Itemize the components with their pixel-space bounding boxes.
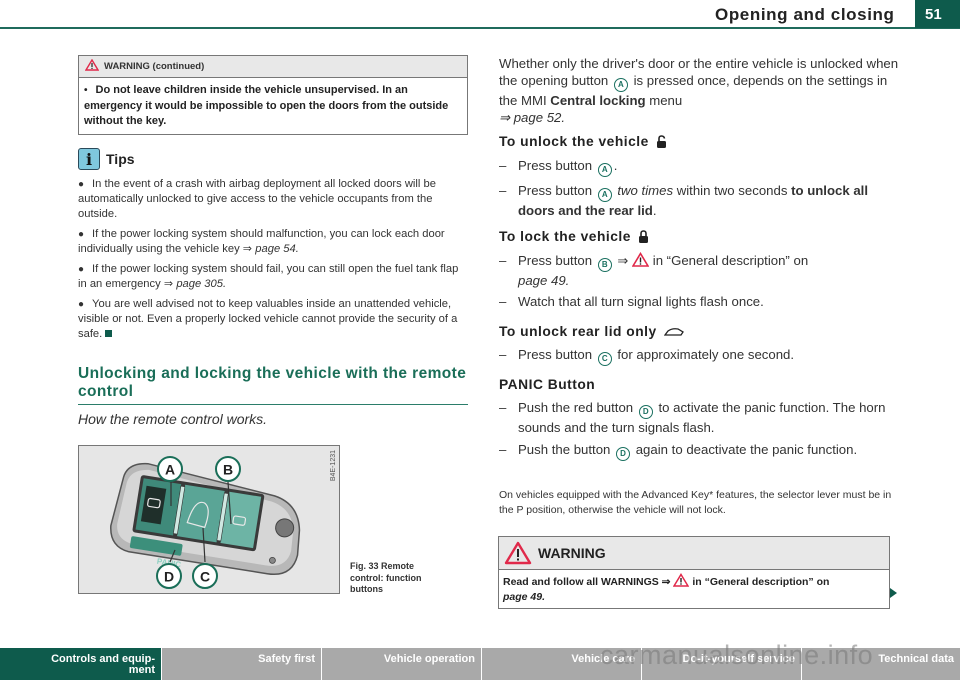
callout-d: D xyxy=(156,563,182,589)
svg-text:D: D xyxy=(164,569,174,585)
warning-continued-title: WARNING (continued) xyxy=(104,61,205,72)
callout-b: B xyxy=(215,456,241,482)
remote-control-figure: PANIC A B C D B4E-1231 xyxy=(78,445,340,594)
warning-triangle-icon xyxy=(631,251,650,267)
panic-step-2: – Push the button D again to deactivate t… xyxy=(499,441,899,461)
figure-code: B4E-1231 xyxy=(330,450,337,482)
page-number: 51 xyxy=(925,6,942,23)
page-ref-link[interactable]: page 54. xyxy=(255,243,299,255)
section-title: Opening and closing xyxy=(715,5,895,24)
callout-a: A xyxy=(157,456,183,482)
button-c-icon: C xyxy=(597,351,612,366)
tips-title: Tips xyxy=(106,151,135,167)
advanced-key-note: On vehicles equipped with the Advanced K… xyxy=(499,489,892,516)
tip-item: ● If the power locking system should fail… xyxy=(78,263,459,290)
lock-step-2: – Watch that all turn signal lights flash… xyxy=(499,294,764,309)
warning-continued-box: WARNING (continued) • Do not leave childr… xyxy=(78,55,468,135)
warning-box: WARNING Read and follow all WARNINGS ⇒ i… xyxy=(498,536,890,609)
figure-caption: Fig. 33 Remote control: function buttons xyxy=(350,561,422,594)
header-rule xyxy=(0,27,960,29)
intro-paragraph: Whether only the driver's door or the en… xyxy=(499,56,899,125)
section-heading: Unlocking and locking the vehicle with t… xyxy=(78,365,468,405)
warning-body: Read and follow all WARNINGS ⇒ in “Gener… xyxy=(499,570,889,608)
unlock-heading: To unlock the vehicle xyxy=(499,134,667,149)
tips-header: i Tips xyxy=(78,148,135,170)
button-a-icon: A xyxy=(597,187,612,202)
lock-heading: To lock the vehicle xyxy=(499,229,649,244)
rear-lid-heading: To unlock rear lid only xyxy=(499,324,684,339)
tip-item: ● You are well advised not to keep valuab… xyxy=(78,298,458,340)
car-rear-lid-icon xyxy=(663,327,684,336)
svg-text:A: A xyxy=(165,462,175,478)
svg-text:C: C xyxy=(200,569,210,585)
section-subtitle: How the remote control works. xyxy=(78,411,268,427)
panic-heading: PANIC Button xyxy=(499,377,596,392)
page-ref-link[interactable]: page 305. xyxy=(176,278,226,290)
warning-triangle-icon xyxy=(84,58,100,74)
info-icon: i xyxy=(78,148,100,170)
unlocked-padlock-icon xyxy=(656,134,666,148)
lock-step-1: – Press button B ⇒ in “General descriptio… xyxy=(499,251,809,288)
tab-controls-and-equipment[interactable]: Controls and equip- ment xyxy=(0,648,161,680)
section-end-mark xyxy=(105,330,113,337)
warning-continued-header: WARNING (continued) xyxy=(79,56,467,78)
callout-c: C xyxy=(192,563,218,589)
button-a-icon: A xyxy=(613,77,628,92)
button-a-icon: A xyxy=(597,162,612,177)
continued-arrow-icon xyxy=(890,588,897,598)
svg-text:B: B xyxy=(223,462,233,478)
page-number-box: 51 xyxy=(915,0,960,28)
bullet: • xyxy=(84,85,88,96)
tips-list: ● In the event of a crash with airbag dep… xyxy=(78,177,468,347)
locked-padlock-icon xyxy=(638,229,648,243)
tab-vehicle-operation[interactable]: Vehicle operation xyxy=(321,648,481,680)
warning-continued-body: • Do not leave children inside the vehicl… xyxy=(79,78,467,134)
tip-item: ● If the power locking system should malf… xyxy=(78,228,445,255)
warning-triangle-icon xyxy=(504,541,532,565)
panic-step-1: – Push the red button D to activate the p… xyxy=(499,400,886,435)
rear-lid-step-1: – Press button C for approximately one se… xyxy=(499,346,899,366)
warning-continued-text: Do not leave children inside the vehicle… xyxy=(84,84,449,127)
tab-safety-first[interactable]: Safety first xyxy=(161,648,321,680)
tip-item: ● In the event of a crash with airbag dep… xyxy=(78,178,436,220)
warning-triangle-icon xyxy=(673,573,690,587)
unlock-step-1: – Press button A. xyxy=(499,157,899,177)
button-d-icon: D xyxy=(638,404,653,419)
page-ref-link[interactable]: page 49. xyxy=(503,591,545,603)
button-b-icon: B xyxy=(597,257,612,272)
unlock-step-2: – Press button A two times within two sec… xyxy=(499,183,869,218)
page-ref-link[interactable]: page 49. xyxy=(518,273,569,288)
watermark: carmanualsonline.info xyxy=(600,640,874,670)
button-d-icon: D xyxy=(616,446,631,461)
warning-header: WARNING xyxy=(499,537,889,570)
remote-key-illustration: PANIC A B C D xyxy=(110,456,301,589)
page-ref-link[interactable]: ⇒ page 52. xyxy=(499,110,565,125)
warning-title: WARNING xyxy=(538,545,606,561)
